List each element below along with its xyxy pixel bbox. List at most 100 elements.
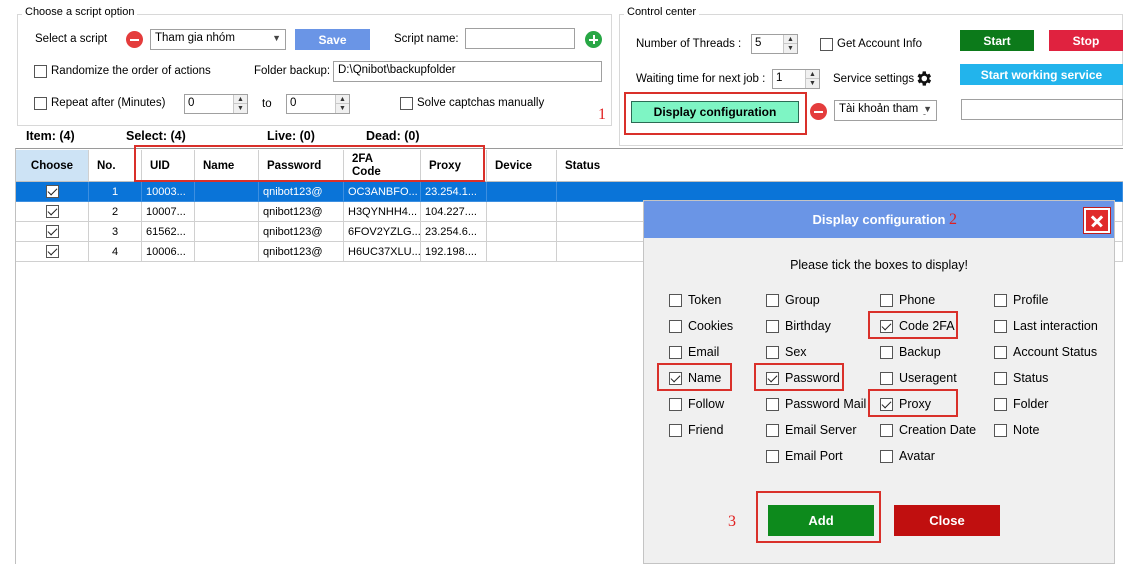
row-checkbox[interactable] (45, 225, 59, 238)
option-checkbox[interactable] (766, 346, 779, 359)
stepper-down-icon[interactable]: ▼ (335, 104, 349, 113)
stepper-down-icon[interactable]: ▼ (805, 79, 819, 88)
remove-account-icon[interactable] (810, 103, 827, 120)
row-choose-cell[interactable] (16, 202, 89, 222)
option-checkbox[interactable] (766, 424, 779, 437)
stepper-down-icon[interactable]: ▼ (233, 104, 247, 113)
account-filter-input[interactable] (961, 99, 1123, 120)
option-checkbox[interactable] (766, 398, 779, 411)
row-proxy-cell: 192.198.... (421, 242, 487, 262)
remove-script-icon[interactable] (126, 31, 143, 48)
option-checkbox[interactable] (994, 398, 1007, 411)
folder-backup-label: Folder backup: (254, 65, 331, 77)
option-checkbox[interactable] (880, 372, 893, 385)
add-script-icon[interactable] (585, 31, 602, 48)
row-checkbox[interactable] (45, 205, 59, 218)
script-select[interactable]: Tham gia nhóm ▼ (150, 29, 286, 50)
stepper-up-icon[interactable]: ▲ (783, 35, 797, 44)
option-checkbox[interactable] (766, 320, 779, 333)
select-count: Select: (4) (126, 129, 186, 143)
threads-stepper[interactable]: 5 ▲ ▼ (751, 34, 798, 54)
row-name-cell (195, 202, 259, 222)
column-header-choose[interactable]: Choose (16, 150, 89, 182)
option-label: Profile (1013, 293, 1049, 307)
add-button[interactable]: Add (768, 505, 874, 536)
save-button[interactable]: Save (295, 29, 370, 50)
to-label: to (262, 98, 272, 110)
close-icon[interactable] (1083, 207, 1111, 234)
option-label: Useragent (899, 371, 957, 385)
column-header-status[interactable]: Status (557, 150, 1123, 182)
stepper-down-icon[interactable]: ▼ (783, 44, 797, 53)
stop-button[interactable]: Stop (1049, 30, 1123, 51)
account-select[interactable]: Tài khoản tham g ▼ (834, 100, 937, 121)
option-checkbox[interactable] (766, 450, 779, 463)
row-uid-cell: 10006... (142, 242, 195, 262)
option-checkbox[interactable] (880, 424, 893, 437)
get-account-info-label: Get Account Info (837, 38, 923, 50)
script-option-legend: Choose a script option (22, 6, 138, 18)
option-checkbox[interactable] (669, 346, 682, 359)
dead-count: Dead: (0) (366, 129, 420, 143)
select-script-label: Select a script (35, 33, 108, 45)
randomize-checkbox[interactable] (34, 65, 47, 78)
option-checkbox[interactable] (766, 294, 779, 307)
option-checkbox[interactable] (669, 320, 682, 333)
chevron-down-icon: ▼ (921, 104, 932, 114)
stepper-up-icon[interactable]: ▲ (805, 70, 819, 79)
option-label: Group (785, 293, 820, 307)
option-label: Last interaction (1013, 319, 1098, 333)
row-name-cell (195, 242, 259, 262)
repeat-to-stepper[interactable]: 0 ▲ ▼ (286, 94, 350, 114)
row-code-cell: OC3ANBFO... (344, 182, 421, 202)
solve-captcha-checkbox[interactable] (400, 97, 413, 110)
gear-icon[interactable] (914, 69, 933, 88)
option-checkbox[interactable] (994, 424, 1007, 437)
option-label: Account Status (1013, 345, 1098, 359)
option-checkbox[interactable] (880, 346, 893, 359)
option-checkbox[interactable] (994, 320, 1007, 333)
option-checkbox[interactable] (994, 294, 1007, 307)
option-checkbox[interactable] (669, 398, 682, 411)
annotation-box-option (868, 389, 958, 417)
annotation-number-2: 2 (949, 211, 957, 228)
option-checkbox[interactable] (669, 294, 682, 307)
start-working-service-button[interactable]: Start working service (960, 64, 1123, 85)
row-password-cell: qnibot123@ (259, 222, 344, 242)
randomize-label: Randomize the order of actions (51, 65, 211, 77)
option-checkbox[interactable] (669, 424, 682, 437)
script-name-input[interactable] (465, 28, 575, 49)
annotation-box-option (657, 363, 732, 391)
row-checkbox[interactable] (45, 185, 59, 198)
option-label: Creation Date (899, 423, 977, 437)
solve-captcha-label: Solve captchas manually (417, 97, 545, 109)
row-choose-cell[interactable] (16, 242, 89, 262)
row-status-cell (557, 182, 1123, 202)
row-no-cell: 2 (89, 202, 142, 222)
waiting-stepper[interactable]: 1 ▲ ▼ (772, 69, 820, 89)
row-choose-cell[interactable] (16, 182, 89, 202)
option-checkbox[interactable] (994, 372, 1007, 385)
row-choose-cell[interactable] (16, 222, 89, 242)
stepper-up-icon[interactable]: ▲ (335, 95, 349, 104)
dialog-close-button[interactable]: Close (894, 505, 1000, 536)
folder-backup-input[interactable]: D:\Qnibot\backupfolder (333, 61, 602, 82)
repeat-checkbox[interactable] (34, 97, 47, 110)
column-header-device[interactable]: Device (487, 150, 557, 182)
annotation-box-columns (134, 145, 485, 182)
option-label: Email (688, 345, 720, 359)
option-checkbox[interactable] (880, 294, 893, 307)
row-name-cell (195, 182, 259, 202)
live-count: Live: (0) (267, 129, 315, 143)
repeat-from-stepper[interactable]: 0 ▲ ▼ (184, 94, 248, 114)
row-checkbox[interactable] (45, 245, 59, 258)
display-configuration-button[interactable]: Display configuration (631, 101, 799, 123)
get-account-info-checkbox[interactable] (820, 38, 833, 51)
row-device-cell (487, 222, 557, 242)
row-code-cell: 6FOV2YZLG... (344, 222, 421, 242)
start-button[interactable]: Start (960, 30, 1034, 51)
option-checkbox[interactable] (880, 450, 893, 463)
option-checkbox[interactable] (994, 346, 1007, 359)
stepper-up-icon[interactable]: ▲ (233, 95, 247, 104)
item-count: Item: (4) (26, 129, 75, 143)
